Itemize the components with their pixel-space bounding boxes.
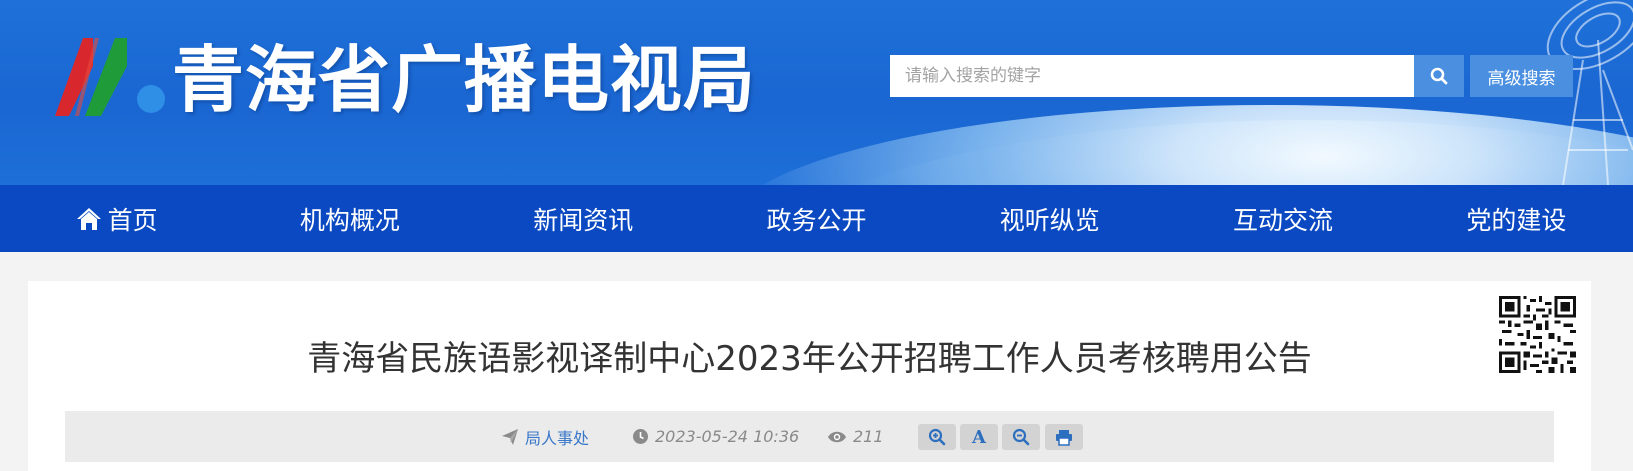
site-title: 青海省广播电视局 (172, 38, 757, 122)
article-views-count: 211 (853, 427, 884, 446)
eye-icon (828, 431, 846, 442)
nav-item-label: 机构概况 (299, 205, 400, 235)
nav-item-label: 视听纵览 (999, 205, 1100, 235)
font-size-label: A (972, 426, 986, 448)
zoom-in-button[interactable] (918, 424, 956, 450)
send-icon (502, 428, 518, 445)
nav-item-party-building[interactable]: 党的建设 (1400, 185, 1633, 252)
zoom-out-icon (1012, 428, 1030, 446)
search-icon (1430, 67, 1448, 85)
nav-item-home[interactable]: 首页 (0, 185, 233, 252)
advanced-search-button[interactable]: 高级搜索 (1470, 55, 1573, 97)
search-input[interactable] (890, 55, 1414, 97)
article-source[interactable]: 局人事处 (501, 411, 589, 462)
nav-item-label: 首页 (107, 205, 158, 235)
zoom-out-button[interactable] (1002, 424, 1040, 450)
nav-item-audiovisual[interactable]: 视听纵览 (933, 185, 1166, 252)
article-date: 2023-05-24 10:36 (632, 411, 799, 462)
article-source-label: 局人事处 (525, 428, 590, 448)
article-date-label: 2023-05-24 10:36 (655, 427, 800, 446)
clock-icon (633, 429, 648, 444)
zoom-in-icon (928, 428, 946, 446)
nav-item-news[interactable]: 新闻资讯 (467, 185, 700, 252)
main-nav: 首页 机构概况 新闻资讯 政务公开 视听纵览 互动交流 党的建设 (0, 185, 1633, 252)
print-icon (1056, 429, 1072, 446)
nav-item-label: 新闻资讯 (533, 205, 634, 235)
article-views: 211 (827, 411, 884, 462)
nav-item-about[interactable]: 机构概况 (233, 185, 466, 252)
print-button[interactable] (1045, 424, 1083, 450)
site-header: 青海省广播电视局 高级搜索 (0, 0, 1633, 185)
article-title: 青海省民族语影视译制中心2023年公开招聘工作人员考核聘用公告 (307, 339, 1312, 379)
font-size-button[interactable]: A (960, 424, 998, 450)
nav-item-label: 政务公开 (766, 205, 867, 235)
search-button[interactable] (1414, 55, 1464, 97)
article-meta-bar (65, 411, 1554, 462)
nav-item-gov-affairs[interactable]: 政务公开 (700, 185, 933, 252)
nav-item-label: 互动交流 (1233, 205, 1334, 235)
nav-item-interaction[interactable]: 互动交流 (1166, 185, 1399, 252)
site-logo[interactable] (55, 36, 170, 118)
nav-item-label: 党的建设 (1466, 205, 1567, 235)
home-icon (76, 207, 102, 231)
horizon-glow-decoration (720, 105, 1633, 185)
